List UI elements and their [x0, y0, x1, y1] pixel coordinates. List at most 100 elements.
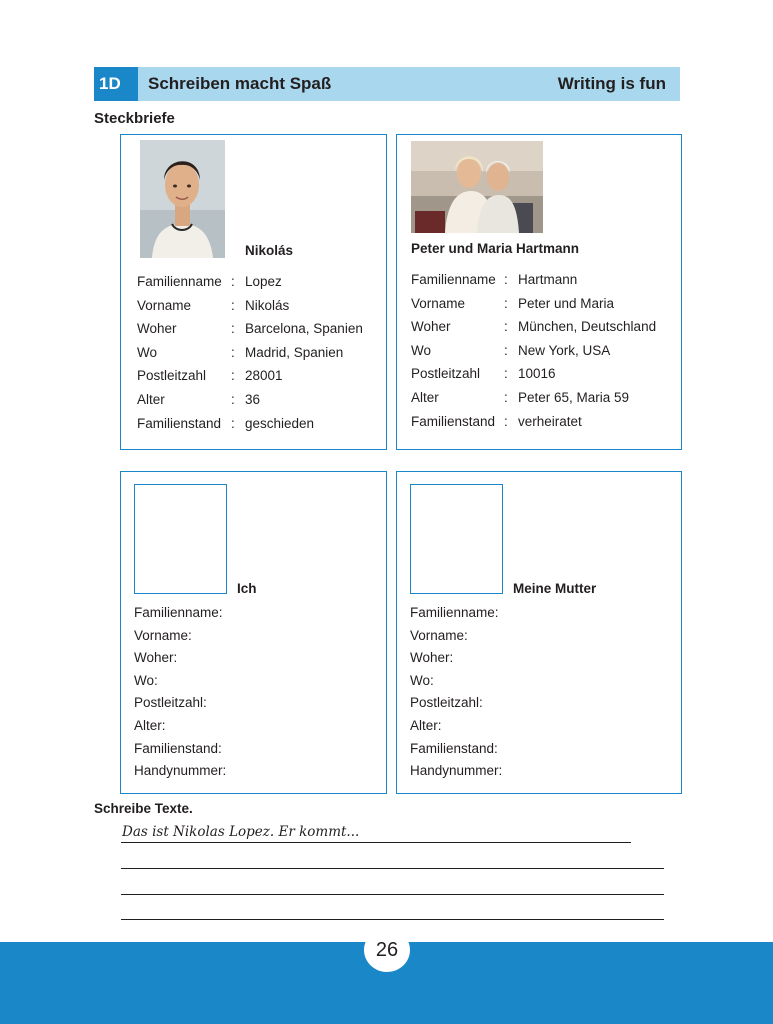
blank-field-label[interactable]: Familienname: — [134, 605, 226, 628]
field-value: Peter 65, Maria 59 — [518, 389, 630, 405]
field-colon: : — [231, 368, 235, 384]
field-colon: : — [504, 413, 508, 429]
field-label: Wo — [411, 342, 432, 358]
field-colon: : — [231, 415, 235, 431]
profile-field-row: Familienstand: verheiratet — [411, 414, 656, 438]
field-label: Woher — [137, 321, 177, 337]
blank-field-label[interactable]: Familienstand: — [134, 741, 226, 764]
blank-field-label[interactable]: Wo: — [134, 673, 226, 696]
field-label: Woher — [411, 319, 451, 335]
writing-line[interactable] — [121, 894, 664, 895]
profile-field-row: Familienname: Hartmann — [411, 272, 656, 296]
field-label: Vorname — [411, 295, 466, 311]
page-number: 26 — [364, 928, 410, 972]
section-number: 1D — [94, 67, 138, 101]
profile-field-row: Wo: Madrid, Spanien — [137, 345, 363, 369]
field-colon: : — [504, 389, 508, 405]
field-colon: : — [231, 344, 235, 360]
profile-name: Meine Mutter — [513, 581, 597, 596]
blank-field-list: Familienname: Vorname: Woher: Wo: Postle… — [410, 605, 502, 786]
field-value: Lopez — [245, 274, 282, 289]
blank-field-label[interactable]: Postleitzahl: — [134, 695, 226, 718]
field-label: Familienstand — [411, 413, 496, 429]
field-value: Peter und Maria — [518, 295, 615, 311]
field-label: Familienname — [411, 272, 496, 287]
profile-card-nikolas: Nikolás Familienname: Lopez Vorname: Nikol… — [120, 134, 387, 450]
field-label: Alter — [411, 389, 439, 405]
field-value: geschieden — [245, 415, 315, 431]
field-label: Vorname — [137, 297, 192, 313]
profile-field-list: Familienname: Lopez Vorname: Nikolás Woher… — [137, 274, 363, 439]
field-value: Nikolás — [245, 297, 290, 313]
field-colon: : — [231, 391, 235, 407]
blank-field-label[interactable]: Vorname: — [410, 628, 502, 651]
blank-field-label[interactable]: Familienname: — [410, 605, 502, 628]
field-value: Madrid, Spanien — [245, 344, 344, 360]
profile-field-row: Vorname: Nikolás — [137, 298, 363, 322]
portrait-photo-nikolas — [140, 140, 225, 258]
profile-field-row: Woher: München, Deutschland — [411, 319, 656, 343]
field-value: 36 — [245, 391, 261, 407]
writing-line[interactable] — [121, 868, 664, 869]
steckbriefe-heading: Steckbriefe — [94, 110, 175, 127]
profile-card-meine-mutter: Meine Mutter Familienname: Vorname: Wohe… — [396, 471, 682, 794]
field-label: Postleitzahl — [411, 366, 481, 382]
profile-name: Peter und Maria Hartmann — [411, 241, 580, 256]
profile-field-row: Postleitzahl:28001 — [137, 368, 363, 392]
profile-field-list: Familienname: Hartmann Vorname: Peter und … — [411, 272, 656, 437]
field-colon: : — [231, 297, 235, 313]
field-value: New York, USA — [518, 342, 611, 358]
blank-field-label[interactable]: Handynummer: — [410, 763, 502, 786]
profile-card-ich: Ich Familienname: Vorname: Woher: Wo: Po… — [120, 471, 387, 794]
portrait-photo-hartmann — [411, 141, 543, 233]
writing-line[interactable] — [121, 842, 631, 843]
field-colon: : — [504, 295, 508, 311]
field-value: Hartmann — [518, 272, 578, 287]
section-title-en: Writing is fun — [557, 74, 666, 93]
profile-name: Nikolás — [245, 243, 294, 258]
field-colon: : — [504, 319, 508, 335]
photo-placeholder[interactable] — [134, 484, 227, 594]
profile-field-row: Postleitzahl:10016 — [411, 366, 656, 390]
writing-instruction: Schreibe Texte. — [94, 801, 193, 816]
field-colon: : — [504, 366, 508, 382]
writing-line[interactable] — [121, 919, 664, 920]
field-colon: : — [504, 342, 508, 358]
blank-field-label[interactable]: Woher: — [134, 650, 226, 673]
field-label: Postleitzahl — [137, 368, 207, 384]
blank-field-list: Familienname: Vorname: Woher: Wo: Postle… — [134, 605, 226, 786]
profile-field-row: Alter:36 — [137, 392, 363, 416]
profile-field-row: Wo: New York, USA — [411, 343, 656, 367]
field-label: Familienstand — [137, 415, 222, 431]
handwritten-example: Das ist Nikolas Lopez. Er kommt... — [122, 824, 360, 840]
blank-field-label[interactable]: Postleitzahl: — [410, 695, 502, 718]
field-label: Alter — [137, 391, 165, 407]
field-value: 28001 — [245, 368, 283, 384]
photo-placeholder[interactable] — [410, 484, 503, 594]
blank-field-label[interactable]: Woher: — [410, 650, 502, 673]
profile-name: Ich — [237, 581, 257, 596]
profile-card-hartmann: Peter und Maria Hartmann Familienname: Ha… — [396, 134, 682, 450]
profile-field-row: Familienstand: geschieden — [137, 416, 363, 440]
field-value: München, Deutschland — [518, 319, 657, 335]
profile-field-row: Woher: Barcelona, Spanien — [137, 321, 363, 345]
blank-field-label[interactable]: Alter: — [410, 718, 502, 741]
field-label: Familienname — [137, 274, 222, 289]
blank-field-label[interactable]: Handynummer: — [134, 763, 226, 786]
blank-field-label[interactable]: Alter: — [134, 718, 226, 741]
field-label: Wo — [137, 344, 158, 360]
field-colon: : — [231, 274, 235, 289]
profile-field-row: Alter: Peter 65, Maria 59 — [411, 390, 656, 414]
section-header: 1D Schreiben macht Spaß Writing is fun — [94, 67, 680, 101]
section-title-de: Schreiben macht Spaß — [148, 74, 332, 93]
field-value: 10016 — [518, 366, 556, 382]
blank-field-label[interactable]: Familienstand: — [410, 741, 502, 764]
blank-field-label[interactable]: Vorname: — [134, 628, 226, 651]
profile-field-row: Familienname: Lopez — [137, 274, 363, 298]
field-value: Barcelona, Spanien — [245, 321, 363, 337]
blank-field-label[interactable]: Wo: — [410, 673, 502, 696]
field-colon: : — [504, 272, 508, 287]
field-colon: : — [231, 321, 235, 337]
profile-field-row: Vorname: Peter und Maria — [411, 296, 656, 320]
field-value: verheiratet — [518, 413, 582, 429]
